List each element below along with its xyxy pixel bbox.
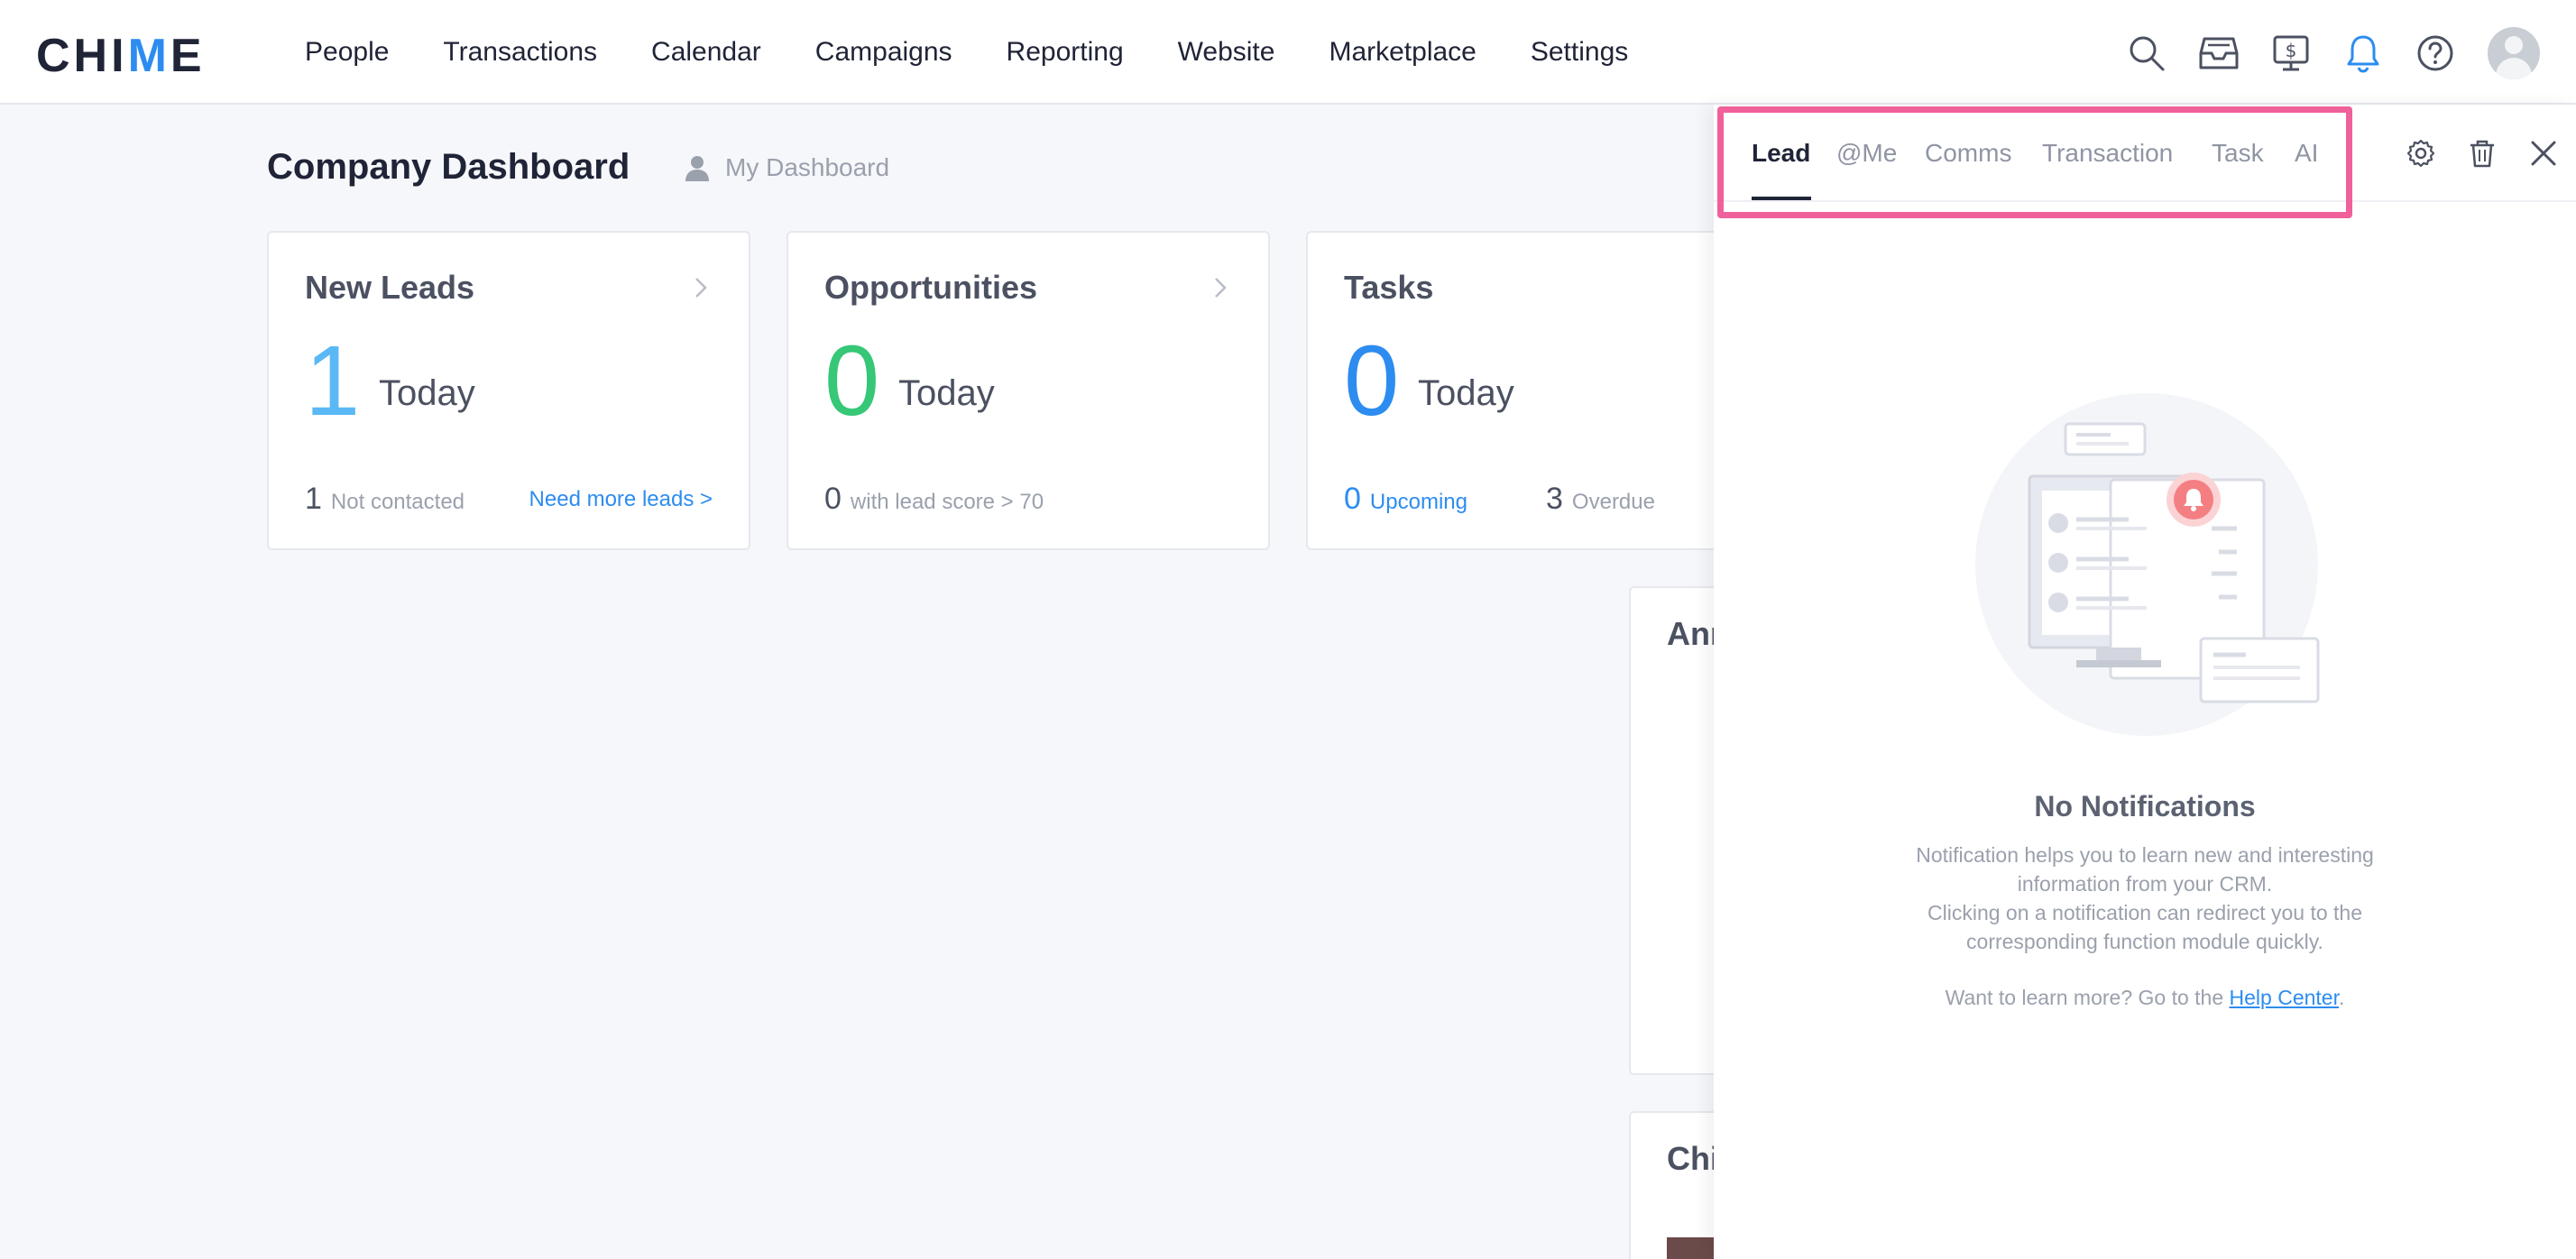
upcoming-label: Upcoming [1369,490,1467,514]
thumbnail-image [1667,1237,1721,1259]
upcoming-footer[interactable]: 0 Upcoming [1344,482,1467,517]
nav-item-people[interactable]: People [305,37,389,68]
my-dashboard-label: My Dashboard [725,153,890,181]
new-leads-card[interactable]: New Leads 1 Today 1 Not contacted Need m… [267,231,750,550]
card-title: Tasks [1344,269,1434,306]
lead-score-count: 0 [824,482,842,516]
card-title: New Leads [305,269,475,306]
header-icon-group: $ [2127,27,2540,79]
card-footer: 1 Not contacted [305,482,465,517]
person-icon [685,156,709,181]
nav-item-marketplace[interactable]: Marketplace [1329,37,1476,68]
learn-more-label: Want to learn more? Go to the [1945,986,2230,1009]
nav-item-calendar[interactable]: Calendar [651,37,761,68]
logo-text-check: M [127,30,170,82]
nav-item-settings[interactable]: Settings [1531,37,1628,68]
main-nav: People Transactions Calendar Campaigns R… [305,0,1682,105]
chevron-right-icon[interactable] [689,276,713,299]
learn-more-text: Want to learn more? Go to the Help Cente… [1714,983,2576,1012]
empty-state-desc-line-4: corresponding function module quickly. [1966,930,2323,953]
need-more-leads-link[interactable]: Need more leads > [529,487,713,512]
inbox-icon[interactable] [2199,33,2239,73]
lead-score-label: with lead score > 70 [850,490,1044,514]
card-footer: 0 with lead score > 70 [824,482,1044,517]
notification-panel: Lead @Me Comms Transaction Task AI No No… [1714,105,2576,1259]
nav-item-campaigns[interactable]: Campaigns [815,37,952,68]
tasks-count: 0 [1344,326,1400,437]
card-title: Chi [1667,1140,1719,1177]
chevron-right-icon[interactable] [1209,276,1232,299]
nav-item-transactions[interactable]: Transactions [443,37,597,68]
upcoming-count: 0 [1344,482,1361,516]
trash-icon[interactable] [2466,137,2498,170]
page-title: Company Dashboard [267,147,630,187]
my-dashboard-switch[interactable]: My Dashboard [684,153,889,182]
overdue-footer[interactable]: 3 Overdue [1546,482,1655,517]
card-title: Opportunities [824,269,1037,306]
opportunities-card[interactable]: Opportunities 0 Today 0 with lead score … [787,231,1270,550]
help-icon[interactable] [2415,33,2455,73]
logo-text-prefix: CHI [36,30,128,82]
period-label: Today [379,373,475,413]
new-leads-count: 1 [305,326,361,437]
nav-item-website[interactable]: Website [1178,37,1275,68]
empty-state-desc-line-1: Notification helps you to learn new and … [1916,843,2374,867]
opportunities-count: 0 [824,326,880,437]
top-navigation-bar: CHIME People Transactions Calendar Campa… [0,0,2576,105]
empty-state-title: No Notifications [2034,790,2256,822]
overdue-label: Overdue [1571,490,1655,514]
period-label: Today [1418,373,1514,413]
period-label: Today [898,373,995,413]
close-icon[interactable] [2527,137,2560,170]
empty-state-desc-line-2: information from your CRM. [2017,872,2273,896]
logo-text-suffix: E [170,30,206,82]
help-center-link[interactable]: Help Center [2230,986,2339,1009]
user-avatar[interactable] [2488,27,2540,79]
not-contacted-count: 1 [305,482,322,516]
chime-card[interactable]: Chi [1629,1111,1721,1259]
learn-more-period: . [2339,986,2345,1009]
nav-item-reporting[interactable]: Reporting [1007,37,1124,68]
billing-monitor-icon[interactable]: $ [2271,33,2311,73]
chime-logo[interactable]: CHIME [36,29,206,83]
announcements-card[interactable]: Ann [1629,586,1730,1075]
empty-state-desc-line-3: Clicking on a notification can redirect … [1927,901,2362,924]
tabs-highlight-box [1717,106,2352,218]
not-contacted-label: Not contacted [330,490,465,514]
gear-icon[interactable] [2405,137,2437,170]
bell-icon[interactable] [2343,33,2383,73]
empty-notifications-illustration [1975,393,2320,736]
svg-text:$: $ [2286,40,2297,61]
search-icon[interactable] [2127,33,2167,73]
overdue-count: 3 [1546,482,1563,516]
